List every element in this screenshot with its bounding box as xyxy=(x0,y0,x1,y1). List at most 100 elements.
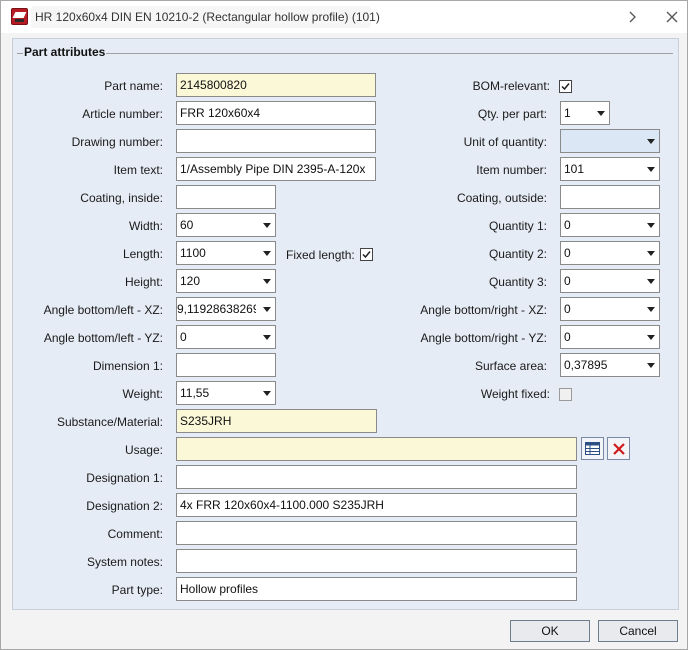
chevron-down-icon xyxy=(647,307,655,312)
usage-label: Usage: xyxy=(124,443,163,457)
angle-br-yz-combo[interactable]: 0 xyxy=(560,325,660,349)
angle-br-xz-combo[interactable]: 0 xyxy=(560,297,660,321)
part-name-label: Part name: xyxy=(104,79,163,93)
comment-input[interactable] xyxy=(176,521,577,545)
qty-per-part-label: Qty. per part: xyxy=(477,107,547,121)
chevron-down-icon xyxy=(263,335,271,340)
dialog-window: HR 120x60x4 DIN EN 10210-2 (Rectangular … xyxy=(0,0,688,650)
chevron-down-icon xyxy=(263,307,271,312)
surface-area-label: Surface area: xyxy=(474,359,547,373)
delete-icon xyxy=(612,442,625,455)
angle-br-yz-value: 0 xyxy=(564,330,571,344)
weight-combo[interactable]: 11,55 xyxy=(176,381,276,405)
item-text-label: Item text: xyxy=(113,163,163,177)
width-value: 60 xyxy=(180,218,194,232)
item-number-value: 101 xyxy=(564,162,585,176)
weight-value: 11,55 xyxy=(180,386,210,400)
usage-input[interactable] xyxy=(176,437,577,461)
quantity2-value: 0 xyxy=(564,246,571,260)
app-logo-icon xyxy=(11,8,28,25)
coating-inside-input[interactable] xyxy=(176,185,276,209)
substance-input[interactable]: S235JRH xyxy=(176,409,377,433)
chevron-down-icon xyxy=(647,223,655,228)
item-text-input[interactable]: 1/Assembly Pipe DIN 2395-A-120x xyxy=(176,157,376,181)
chevron-down-icon xyxy=(263,279,271,284)
item-number-label: Item number: xyxy=(476,163,547,177)
length-label: Length: xyxy=(122,247,163,261)
drawing-number-label: Drawing number: xyxy=(71,135,163,149)
quantity1-label: Quantity 1: xyxy=(488,219,547,233)
close-icon xyxy=(666,11,678,23)
table-icon xyxy=(585,442,600,455)
angle-bl-xz-label: Angle bottom/left - XZ: xyxy=(43,303,163,317)
dimension1-input[interactable] xyxy=(176,353,276,377)
ok-button[interactable]: OK xyxy=(510,620,590,642)
designation2-label: Designation 2: xyxy=(86,499,163,513)
length-combo[interactable]: 1100 xyxy=(176,241,276,265)
substance-label: Substance/Material: xyxy=(56,415,163,429)
chevron-down-icon xyxy=(647,363,655,368)
bom-relevant-label: BOM-relevant: xyxy=(472,79,550,93)
angle-bl-xz-value: 9,11928638269 xyxy=(177,302,256,316)
quantity2-combo[interactable]: 0 xyxy=(560,241,660,265)
usage-table-button[interactable] xyxy=(581,437,604,460)
angle-bl-yz-label: Angle bottom/left - YZ: xyxy=(43,331,163,345)
angle-br-xz-value: 0 xyxy=(564,302,571,316)
usage-delete-button[interactable] xyxy=(607,437,630,460)
surface-area-combo[interactable]: 0,37895 xyxy=(560,353,660,377)
qty-per-part-combo[interactable]: 1 xyxy=(560,101,610,125)
length-value: 1100 xyxy=(180,246,206,260)
unit-of-quantity-label: Unit of quantity: xyxy=(463,135,547,149)
system-notes-input[interactable] xyxy=(176,549,577,573)
part-type-label: Part type: xyxy=(111,583,163,597)
group-title: Part attributes xyxy=(23,45,107,59)
drawing-number-input[interactable] xyxy=(176,129,376,153)
chevron-down-icon xyxy=(263,251,271,256)
height-combo[interactable]: 120 xyxy=(176,269,276,293)
designation2-input[interactable]: 4x FRR 120x60x4-1100.000 S235JRH xyxy=(176,493,577,517)
quantity3-label: Quantity 3: xyxy=(488,275,547,289)
fixed-length-checkbox[interactable] xyxy=(360,248,373,261)
surface-area-value: 0,37895 xyxy=(564,358,608,372)
forward-button[interactable] xyxy=(618,5,646,29)
weight-fixed-label: Weight fixed: xyxy=(480,387,550,401)
part-type-input[interactable]: Hollow profiles xyxy=(176,577,577,601)
unit-of-quantity-combo[interactable] xyxy=(560,129,660,153)
qty-per-part-value: 1 xyxy=(564,106,571,120)
width-label: Width: xyxy=(128,219,163,233)
quantity3-value: 0 xyxy=(564,274,571,288)
title-bar: HR 120x60x4 DIN EN 10210-2 (Rectangular … xyxy=(1,1,687,33)
height-value: 120 xyxy=(180,274,201,288)
part-name-input[interactable]: 2145800820 xyxy=(176,73,376,97)
angle-br-yz-label: Angle bottom/right - YZ: xyxy=(420,331,547,345)
article-number-input[interactable]: FRR 120x60x4 xyxy=(176,101,376,125)
quantity3-combo[interactable]: 0 xyxy=(560,269,660,293)
bom-relevant-checkbox[interactable] xyxy=(559,80,572,93)
width-combo[interactable]: 60 xyxy=(176,213,276,237)
comment-label: Comment: xyxy=(107,527,163,541)
quantity1-value: 0 xyxy=(564,218,571,232)
chevron-down-icon xyxy=(647,251,655,256)
chevron-down-icon xyxy=(263,223,271,228)
cancel-button[interactable]: Cancel xyxy=(598,620,678,642)
chevron-down-icon xyxy=(647,279,655,284)
close-button[interactable] xyxy=(658,5,686,29)
coating-outside-input[interactable] xyxy=(560,185,660,209)
quantity1-combo[interactable]: 0 xyxy=(560,213,660,237)
weight-label: Weight: xyxy=(122,387,163,401)
checkmark-icon xyxy=(362,251,371,259)
group-divider xyxy=(17,53,673,54)
chevron-down-icon xyxy=(647,335,655,340)
angle-bl-yz-value: 0 xyxy=(180,330,187,344)
weight-fixed-checkbox[interactable] xyxy=(559,388,572,401)
angle-bl-xz-combo[interactable]: 9,11928638269 xyxy=(176,297,276,321)
chevron-down-icon xyxy=(647,167,655,172)
angle-bl-yz-combo[interactable]: 0 xyxy=(176,325,276,349)
item-number-combo[interactable]: 101 xyxy=(560,157,660,181)
coating-outside-label: Coating, outside: xyxy=(456,191,547,205)
designation1-input[interactable] xyxy=(176,465,577,489)
coating-inside-label: Coating, inside: xyxy=(80,191,163,205)
dimension1-label: Dimension 1: xyxy=(92,359,163,373)
designation1-label: Designation 1: xyxy=(86,471,163,485)
height-label: Height: xyxy=(124,275,163,289)
